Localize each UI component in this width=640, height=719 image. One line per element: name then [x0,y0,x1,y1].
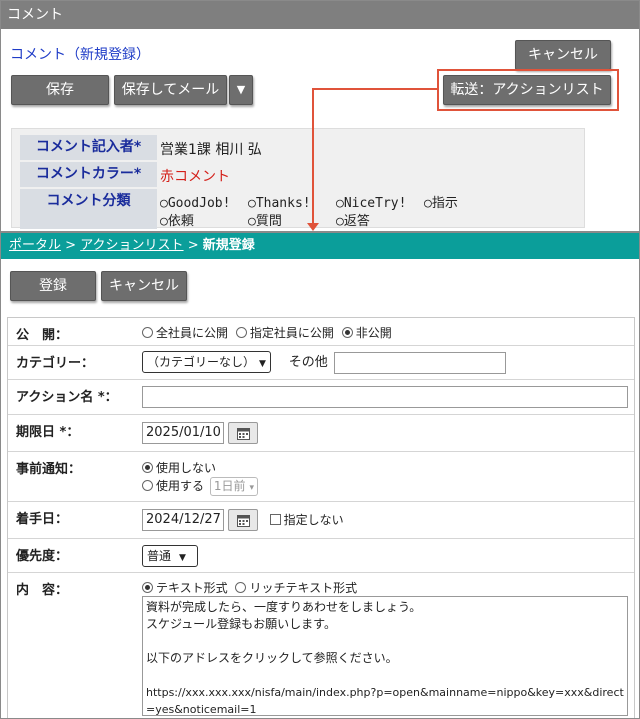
advance-notice-off-radio[interactable]: 使用しない [142,459,216,476]
advance-notice-on-row: 使用する 1日前 ▾ [142,477,259,496]
advance-notice-on-radio[interactable]: 使用する [142,479,204,493]
category-controls: （カテゴリーなし） ▼ その他 [142,351,506,374]
breadcrumb-separator: > [187,238,199,253]
content-line: 資料が完成したら、一度すりあわせをしましょう。 [146,600,422,614]
form-row-action-name: アクション名 *： [8,380,634,415]
highlight-connector [312,88,437,90]
form-row-advance-notice: 事前通知： 使用しない 使用する 1日前 ▾ [8,452,634,502]
content-line: =yes&noticemail=1 [146,703,257,716]
content-line: https://xxx.xxx.xxx/nisfa/main/index.php… [146,686,624,699]
comment-panel: コメント コメント（新規登録） キャンセル 保存 保存してメール ▼ 転送：アク… [0,0,640,232]
priority-label: 優先度： [16,549,69,564]
save-and-mail-button[interactable]: 保存してメール [114,75,227,105]
calendar-icon[interactable] [227,509,258,531]
comment-color-label: コメントカラー* [20,162,157,187]
form-row-start-date: 着手日： 2024/12/27 指定しない [8,502,634,539]
visibility-specified-radio[interactable]: 指定社員に公開 [235,326,334,340]
category-select[interactable]: （カテゴリーなし） ▼ [142,351,271,373]
category-option-thanks[interactable]: ○Thanks! [248,196,336,211]
start-date-controls: 2024/12/27 指定しない [142,509,344,531]
breadcrumb: ポータル > アクションリスト > 新規登録 [1,233,639,259]
content-line [146,633,624,650]
comment-category-label: コメント分類 [20,189,157,229]
comment-page-title: コメント（新規登録） [10,47,150,63]
start-date-input[interactable]: 2024/12/27 [142,509,224,531]
breadcrumb-current: 新規登録 [202,238,255,253]
category-option-goodjob[interactable]: ○GoodJob! [160,196,248,211]
content-format-options: テキスト形式 リッチテキスト形式 [142,579,357,596]
chevron-down-icon: ▾ [249,483,255,493]
content-rich-format-radio[interactable]: リッチテキスト形式 [235,581,357,595]
highlight-arrow-icon [307,223,319,231]
save-menu-dropdown-button[interactable]: ▼ [229,75,253,105]
chevron-down-icon: ▼ [259,359,266,369]
comment-cancel-button[interactable]: キャンセル [515,40,611,70]
category-option-instruction[interactable]: ○指示 [424,192,458,211]
priority-controls: 普通 ▼ [142,545,198,567]
content-text-format-radio[interactable]: テキスト形式 [142,581,228,595]
comment-fields-table: コメント記入者* 営業1課 相川 弘 コメントカラー* 赤コメント コメント分類… [11,128,585,229]
content-textarea[interactable]: 資料が完成したら、一度すりあわせをしましょう。 スケジュール登録もお願いします。… [142,596,628,716]
breadcrumb-separator: > [65,238,77,253]
action-name-input[interactable] [142,386,628,408]
visibility-private-radio[interactable]: 非公開 [341,326,392,340]
category-other-label: その他 [288,355,328,370]
comment-author-value: 営業1課 相川 弘 [160,142,262,158]
comment-category-options-row1: ○GoodJob! ○Thanks! ○NiceTry! ○指示 [160,192,458,211]
form-row-category: カテゴリー： （カテゴリーなし） ▼ その他 [8,346,634,380]
visibility-all-radio[interactable]: 全社員に公開 [142,326,228,340]
start-date-label: 着手日： [16,512,69,527]
visibility-options: 全社員に公開 指定社員に公開 非公開 [142,324,392,341]
category-option-reply[interactable]: ○返答 [336,210,370,229]
action-list-panel: ポータル > アクションリスト > 新規登録 登録 キャンセル 公 開： 全社員… [0,232,640,719]
comment-category-options-row2: ○依頼 ○質問 ○返答 [160,210,370,229]
start-date-no-specify-checkbox[interactable]: 指定しない [269,513,344,527]
visibility-label: 公 開： [16,328,69,343]
comment-panel-header: コメント [1,1,639,29]
comment-color-value[interactable]: 赤コメント [160,166,230,186]
deadline-controls: 2025/01/10 [142,422,258,444]
chevron-down-icon: ▼ [179,553,186,563]
category-option-request[interactable]: ○依頼 [160,210,248,229]
action-cancel-button[interactable]: キャンセル [101,271,187,301]
content-line: スケジュール登録もお願いします。 [146,617,336,631]
category-other-input[interactable] [333,351,506,374]
advance-notice-timing-select[interactable]: 1日前 ▾ [209,477,259,496]
category-option-nicetry[interactable]: ○NiceTry! [336,196,424,211]
content-line: 以下のアドレスをクリックして参照ください。 [146,651,398,665]
content-label: 内 容： [16,583,69,598]
action-name-label: アクション名 *： [16,390,118,405]
form-row-visibility: 公 開： 全社員に公開 指定社員に公開 非公開 [8,318,634,346]
action-form: 公 開： 全社員に公開 指定社員に公開 非公開 カテゴリー： （カテゴリーなし）… [7,317,635,718]
deadline-input[interactable]: 2025/01/10 [142,422,224,444]
comment-save-button[interactable]: 保存 [11,75,109,105]
highlight-frame [437,69,619,111]
breadcrumb-portal-link[interactable]: ポータル [9,238,61,253]
highlight-connector-vertical [312,88,314,226]
form-row-priority: 優先度： 普通 ▼ [8,539,634,573]
breadcrumb-action-list-link[interactable]: アクションリスト [80,238,183,253]
advance-notice-label: 事前通知： [16,462,82,477]
category-option-question[interactable]: ○質問 [248,210,336,229]
action-name-wrap [142,386,628,408]
calendar-icon[interactable] [227,422,258,444]
content-line [146,667,624,684]
form-row-content: 内 容： テキスト形式 リッチテキスト形式 資料が完成したら、一度すりあわせをし… [8,573,634,718]
register-button[interactable]: 登録 [10,271,96,301]
priority-select[interactable]: 普通 ▼ [142,545,198,567]
comment-author-label: コメント記入者* [20,135,157,160]
deadline-label: 期限日 *： [16,425,80,440]
category-label: カテゴリー： [16,356,95,371]
form-row-deadline: 期限日 *： 2025/01/10 [8,415,634,452]
